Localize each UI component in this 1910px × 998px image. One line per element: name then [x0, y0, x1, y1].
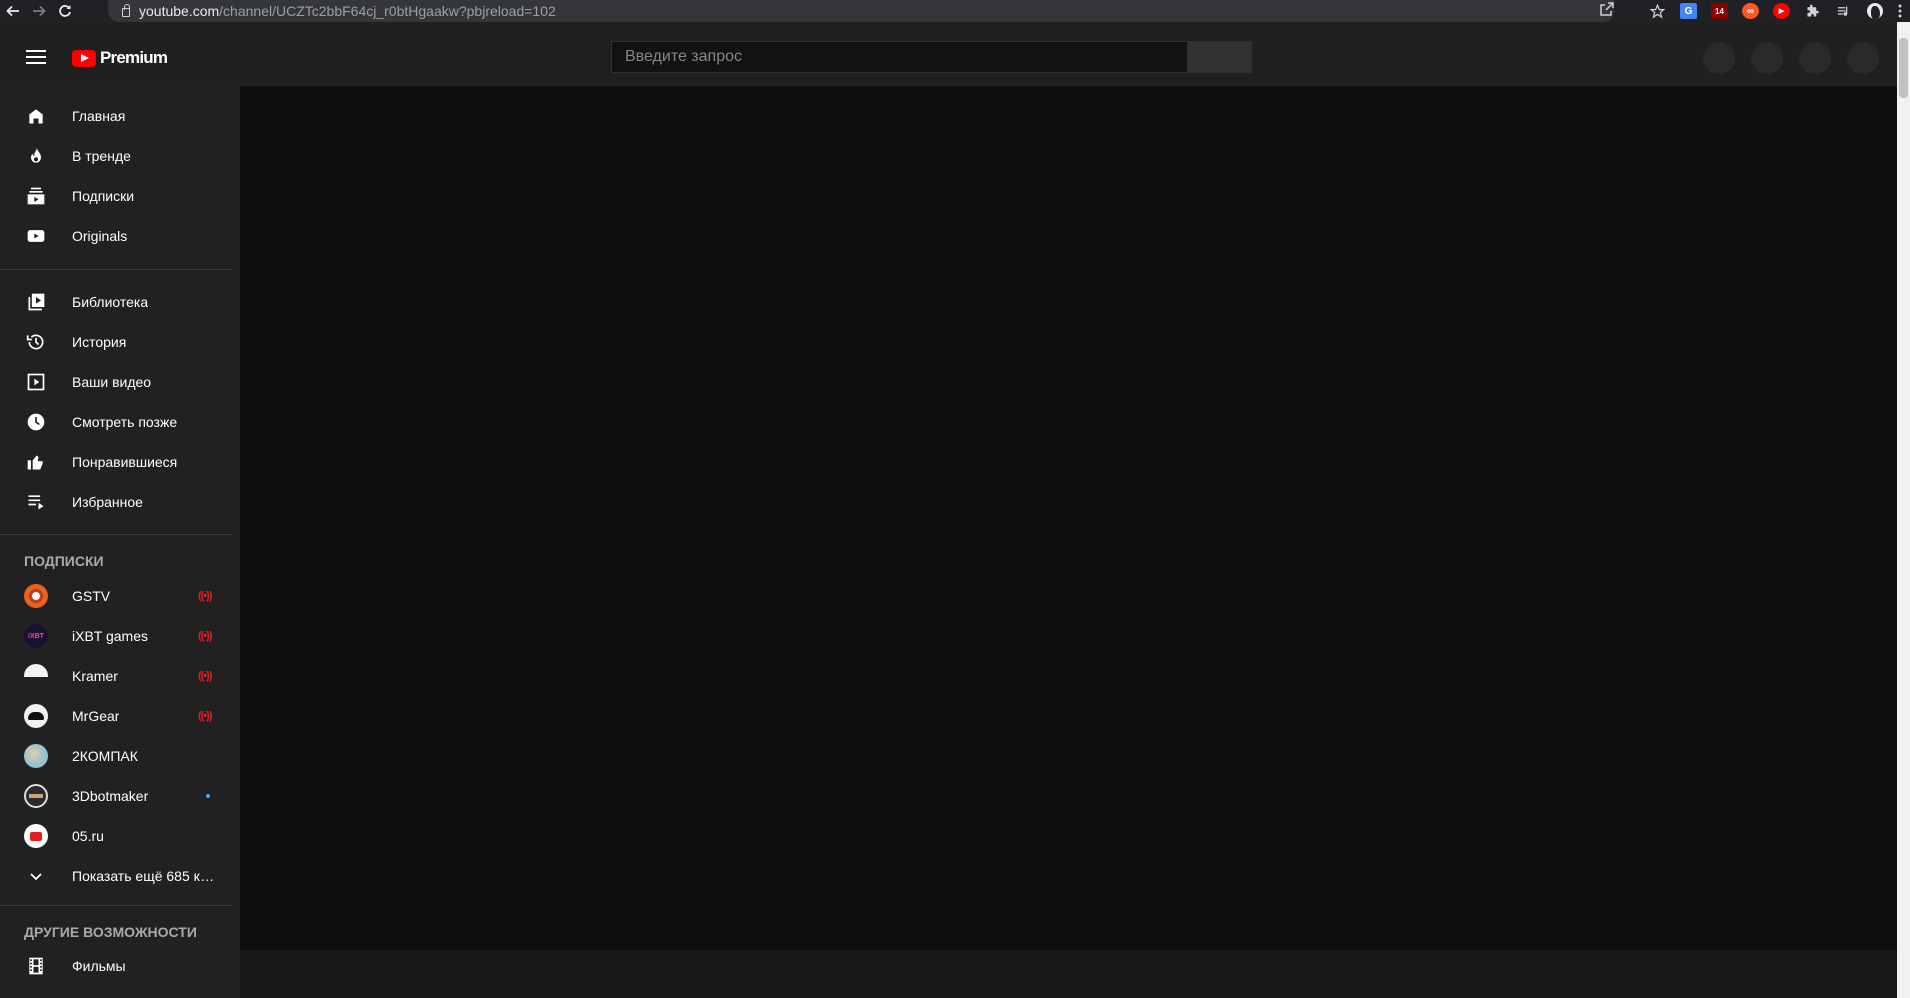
browser-toolbar: youtube.com/channel/UCZTc2bbF64cj_r0btHg…: [0, 0, 1910, 22]
channel-avatar: [24, 704, 48, 728]
apps-button-placeholder[interactable]: [1751, 42, 1783, 74]
sidebar-channel-3dbotmaker[interactable]: 3Dbotmaker: [0, 776, 240, 816]
liked-icon: [24, 450, 48, 474]
url-text: youtube.com/channel/UCZTc2bbF64cj_r0btHg…: [139, 3, 556, 19]
main-content-area: [240, 86, 1897, 950]
back-arrow-icon[interactable]: [0, 0, 26, 22]
new-content-dot-icon: [206, 794, 210, 798]
sidebar-item-favorites[interactable]: Избранное: [0, 482, 240, 522]
youtube-play-icon: [72, 49, 96, 67]
channel-avatar: [24, 664, 48, 688]
your-videos-icon: [24, 370, 48, 394]
menu-dots-icon[interactable]: [1890, 0, 1910, 22]
live-indicator-icon: ((•)): [198, 590, 212, 602]
sidebar-divider: [0, 269, 232, 270]
logo-text: Premium: [100, 48, 168, 67]
sidebar-divider: [0, 534, 232, 535]
channel-avatar: [24, 824, 48, 848]
page-scrollbar[interactable]: [1897, 22, 1910, 998]
sidebar-item-liked[interactable]: Понравившиеся: [0, 442, 240, 482]
notifications-button-placeholder[interactable]: [1799, 42, 1831, 74]
forward-arrow-icon[interactable]: [26, 0, 52, 22]
channel-avatar: iXBT: [24, 624, 48, 648]
sidebar-item-subscriptions[interactable]: Подписки: [0, 176, 240, 216]
channel-avatar: [24, 584, 48, 608]
other-section-title: Другие возможности: [24, 924, 197, 940]
library-icon: [24, 290, 48, 314]
playlist-ext-icon[interactable]: [1828, 0, 1859, 22]
playlist-icon: [24, 490, 48, 514]
search-button[interactable]: [1188, 41, 1252, 73]
live-indicator-icon: ((•)): [198, 670, 212, 682]
search-input[interactable]: Введите запрос: [611, 41, 1188, 73]
channel-avatar: [24, 744, 48, 768]
sidebar-item-library[interactable]: Библиотека: [0, 282, 240, 322]
subscriptions-section-title: Подписки: [24, 553, 104, 569]
create-button-placeholder[interactable]: [1703, 42, 1735, 74]
trending-icon: [24, 144, 48, 168]
search-placeholder: Введите запрос: [625, 48, 742, 65]
live-indicator-icon: ((•)): [198, 710, 212, 722]
sidebar-channel-2kompak[interactable]: 2КОМПАК: [0, 736, 240, 776]
watch-later-icon: [24, 410, 48, 434]
home-icon: [24, 104, 48, 128]
masthead: Premium Введите запрос: [0, 22, 1897, 86]
translate-ext-icon[interactable]: G: [1673, 0, 1704, 22]
sidebar-item-movies[interactable]: Фильмы: [0, 946, 240, 986]
sidebar-item-history[interactable]: История: [0, 322, 240, 362]
lock-icon: [122, 3, 130, 17]
channel-avatar: [24, 784, 48, 808]
menu-icon[interactable]: [26, 50, 46, 64]
chevron-down-icon: [24, 864, 48, 888]
star-icon[interactable]: [1642, 0, 1673, 22]
sidebar-channel-05ru[interactable]: 05.ru: [0, 816, 240, 856]
history-icon: [24, 330, 48, 354]
account-avatar-placeholder[interactable]: [1847, 42, 1879, 74]
originals-icon: [24, 224, 48, 248]
youtube-ext-icon[interactable]: ▶: [1766, 0, 1797, 22]
sidebar-item-home[interactable]: Главная: [0, 96, 240, 136]
sidebar-item-trending[interactable]: В тренде: [0, 136, 240, 176]
subscriptions-icon: [24, 184, 48, 208]
sidebar-item-watch-later[interactable]: Смотреть позже: [0, 402, 240, 442]
puzzle-ext-icon[interactable]: [1797, 0, 1828, 22]
sidebar-item-your-videos[interactable]: Ваши видео: [0, 362, 240, 402]
open-in-icon[interactable]: [1600, 2, 1614, 19]
sidebar-divider: [0, 905, 232, 906]
youtube-logo[interactable]: Premium: [72, 48, 168, 68]
movies-icon: [24, 954, 48, 978]
extensions-bar: G 14 ∞ ▶: [1642, 0, 1910, 22]
ublock-ext-icon[interactable]: 14: [1704, 0, 1735, 22]
sidebar-item-originals[interactable]: Originals: [0, 216, 240, 256]
address-bar[interactable]: youtube.com/channel/UCZTc2bbF64cj_r0btHg…: [108, 0, 1614, 22]
reload-icon[interactable]: [52, 0, 78, 22]
infinity-ext-icon[interactable]: ∞: [1735, 0, 1766, 22]
profile-avatar-icon[interactable]: [1859, 0, 1890, 22]
live-indicator-icon: ((•)): [198, 630, 212, 642]
sidebar: Главная В тренде Подписки Originals Библ…: [0, 86, 240, 998]
show-more-channels-button[interactable]: Показать ещё 685 каналов: [0, 856, 240, 896]
